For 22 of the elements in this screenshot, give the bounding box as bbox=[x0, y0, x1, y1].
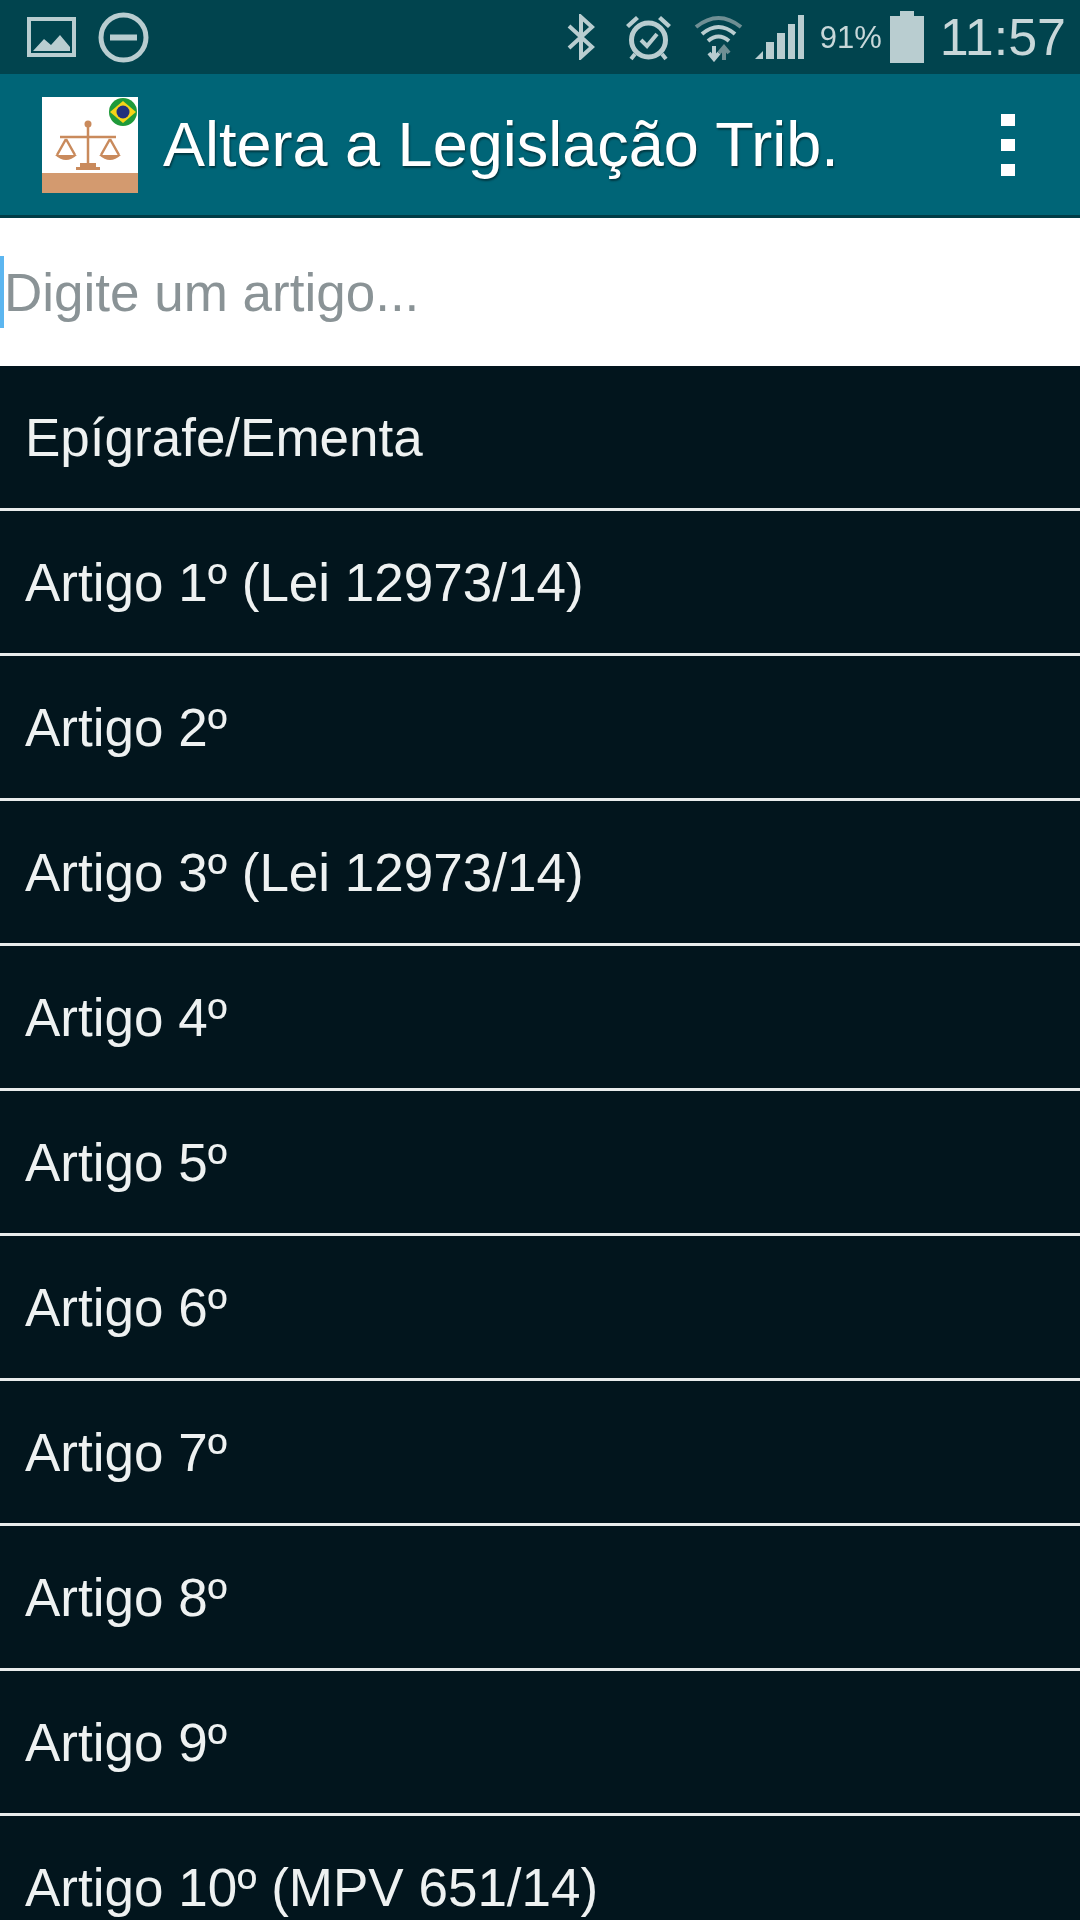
article-list-item[interactable]: Artigo 4º bbox=[0, 946, 1080, 1091]
article-list-item[interactable]: Artigo 5º bbox=[0, 1091, 1080, 1236]
article-list-item[interactable]: Artigo 1º (Lei 12973/14) bbox=[0, 511, 1080, 656]
article-list-item[interactable]: Artigo 2º bbox=[0, 656, 1080, 801]
article-list-item[interactable]: Artigo 7º bbox=[0, 1381, 1080, 1526]
article-list-item[interactable]: Artigo 10º (MPV 651/14) bbox=[0, 1816, 1080, 1920]
battery-percent: 91% bbox=[819, 21, 882, 53]
battery-icon bbox=[889, 11, 924, 63]
search-field[interactable]: Digite um artigo... bbox=[0, 218, 1080, 366]
do-not-disturb-icon bbox=[98, 11, 149, 63]
signal-bars-icon bbox=[754, 15, 804, 59]
image-icon bbox=[27, 17, 76, 57]
clock-time: 11:57 bbox=[939, 11, 1066, 63]
article-list-item[interactable]: Artigo 9º bbox=[0, 1671, 1080, 1816]
bluetooth-icon bbox=[565, 14, 596, 60]
article-list-item[interactable]: Artigo 8º bbox=[0, 1526, 1080, 1671]
more-vertical-icon bbox=[1001, 113, 1015, 176]
text-cursor-icon bbox=[0, 256, 4, 328]
article-list-item[interactable]: Artigo 3º (Lei 12973/14) bbox=[0, 801, 1080, 946]
article-list-item[interactable]: Epígrafe/Ementa bbox=[0, 366, 1080, 511]
article-list-item[interactable]: Artigo 6º bbox=[0, 1236, 1080, 1381]
scales-icon bbox=[42, 96, 138, 193]
